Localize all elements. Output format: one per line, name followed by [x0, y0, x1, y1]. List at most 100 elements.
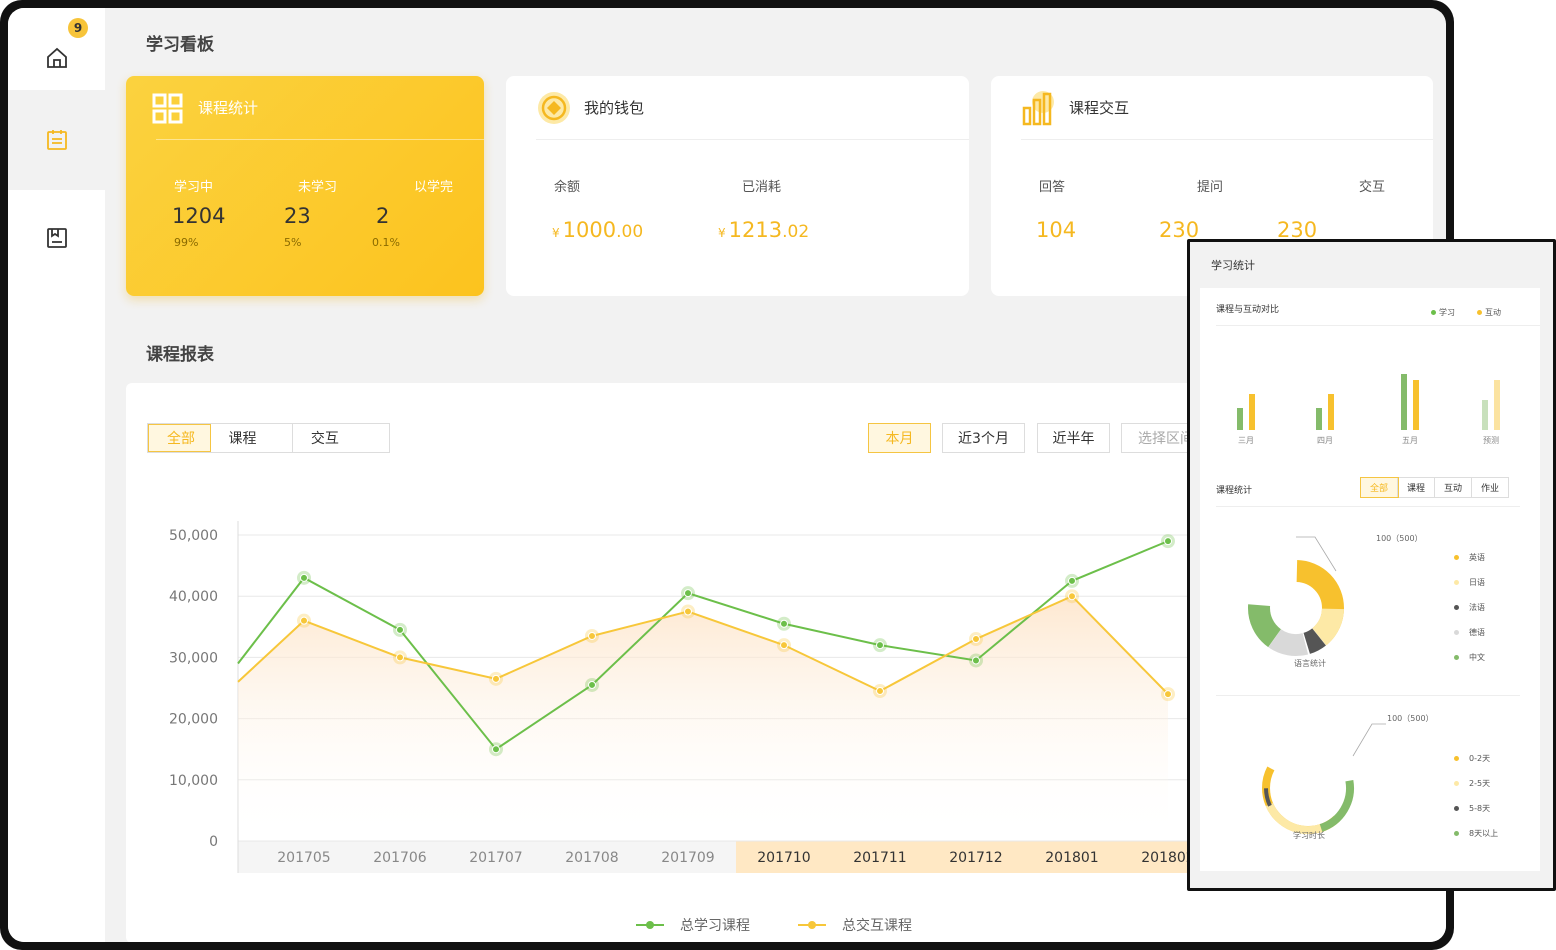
- donut1-caption: 语言统计: [1294, 659, 1326, 668]
- data-point-总学习课程: [1164, 537, 1172, 546]
- y-tick-label: 20,000: [169, 712, 218, 728]
- stat-percent-finished: 0.1%: [372, 236, 400, 249]
- bar-month-label: 预测: [1483, 435, 1499, 445]
- x-tick-label: 201709: [661, 850, 714, 866]
- course-stats-title: 课程统计: [198, 99, 259, 117]
- x-tick-label: 201705: [277, 850, 330, 866]
- legend-dot: [1454, 655, 1459, 660]
- stat-label-learning: 学习中: [174, 180, 214, 195]
- wallet-label-balance: 余额: [554, 180, 581, 195]
- donut2-value: 100（500）: [1387, 714, 1434, 723]
- bar-learn: [1482, 400, 1488, 430]
- bar-month-label: 三月: [1238, 436, 1254, 445]
- divider: [1216, 695, 1520, 696]
- donut1-value: 100（500）: [1376, 534, 1423, 543]
- y-tick-label: 40,000: [169, 589, 218, 605]
- legend-label: 总交互课程: [842, 917, 912, 934]
- donut1-legend-japanese: 日语: [1454, 577, 1485, 588]
- wallet-card[interactable]: 我的钱包 余额 已消耗 ¥1000.00 ¥1213.02: [506, 76, 969, 296]
- bar-interact: [1494, 380, 1500, 430]
- x-tick-label: 201707: [469, 850, 522, 866]
- series-area-总交互课程: [238, 596, 1168, 841]
- sidebar: 9: [8, 8, 105, 942]
- language-donut: [1248, 536, 1344, 656]
- bar-chart-title: 课程与互动对比: [1216, 305, 1280, 315]
- bar-learn: [1401, 374, 1407, 430]
- wallet-label-spent: 已消耗: [742, 180, 782, 195]
- bar-interact: [1413, 380, 1419, 430]
- notes-icon: [46, 130, 67, 150]
- coin-icon: [538, 91, 570, 124]
- legend-dot: [1454, 831, 1459, 836]
- wallet-balance: ¥1000.00: [552, 218, 644, 242]
- stat-percent-unlearned: 5%: [284, 236, 302, 249]
- sidebar-item-report[interactable]: [8, 188, 105, 288]
- data-point-总交互课程: [396, 653, 404, 662]
- bar-learn: [1237, 408, 1243, 430]
- data-point-总交互课程: [300, 616, 308, 625]
- legend-dot: [1454, 630, 1459, 635]
- x-tick-label: 201801: [1045, 850, 1098, 866]
- data-point-总交互课程: [1068, 592, 1076, 601]
- interaction-label-answer: 回答: [1039, 180, 1066, 195]
- data-point-总交互课程: [588, 631, 596, 640]
- stats-tab-homework[interactable]: 作业: [1472, 478, 1508, 497]
- wallet-head: 我的钱包: [536, 76, 969, 140]
- donut1-legend-chinese: 中文: [1454, 652, 1485, 663]
- stat-label-finished: 以学完: [414, 180, 454, 195]
- course-stats-head: 课程统计: [152, 76, 484, 140]
- bar-interact: [1328, 394, 1334, 430]
- data-point-总学习课程: [876, 641, 884, 650]
- mobile-stats-screen: 学习统计 课程与互动对比 学习 互动 三月 四月 五月 预测 课程统计 全部 课程 互…: [1190, 242, 1553, 888]
- legend-dot-green: [1431, 310, 1436, 315]
- y-tick-label: 50,000: [169, 528, 218, 544]
- donut2-legend-5-8: 5-8天: [1454, 803, 1490, 814]
- legend-dot: [1454, 605, 1459, 610]
- panel-title: 学习统计: [1211, 259, 1255, 272]
- wallet-spent: ¥1213.02: [718, 218, 810, 242]
- legend-dot: [1454, 580, 1459, 585]
- donut2-legend-0-2: 0-2天: [1454, 753, 1490, 764]
- interaction-label-question: 提问: [1197, 180, 1224, 195]
- home-icon: [46, 47, 67, 68]
- donut2-legend-8plus: 8天以上: [1454, 828, 1498, 839]
- course-stats-card[interactable]: 课程统计 学习中 未学习 以学完 1204 23 2 99% 5% 0.1%: [126, 76, 484, 296]
- divider: [1216, 325, 1540, 326]
- donut1-legend-english: 英语: [1454, 552, 1485, 563]
- stats-tab-all[interactable]: 全部: [1359, 477, 1400, 498]
- stats-tab-course[interactable]: 课程: [1398, 478, 1436, 497]
- legend-marker: [646, 921, 654, 929]
- legend-dot: [1454, 806, 1459, 811]
- compare-bar-chart: 三月 四月 五月 预测: [1237, 374, 1500, 445]
- legend-dot-yellow: [1477, 310, 1482, 315]
- stats-title: 课程统计: [1216, 486, 1253, 496]
- donut1-legend-french: 法语: [1454, 602, 1485, 613]
- y-tick-label: 10,000: [169, 773, 218, 789]
- data-point-总学习课程: [396, 625, 404, 634]
- sidebar-item-notes[interactable]: [8, 90, 105, 190]
- stats-tab-interact[interactable]: 互动: [1435, 478, 1473, 497]
- stats-tabs: 全部 课程 互动 作业: [1359, 477, 1510, 498]
- x-tick-label: 201708: [565, 850, 618, 866]
- x-tick-label: 201712: [949, 850, 1002, 866]
- y-tick-label: 0: [209, 834, 218, 850]
- donut2-caption: 学习时长: [1293, 831, 1325, 840]
- data-point-总交互课程: [492, 674, 500, 683]
- stat-percent-learning: 99%: [174, 236, 199, 249]
- notification-badge: 9: [68, 18, 88, 38]
- bar-month-label: 五月: [1402, 436, 1418, 445]
- bar-interact: [1249, 394, 1255, 430]
- grid-icon: [152, 93, 183, 123]
- data-point-总交互课程: [972, 635, 980, 644]
- bar-chart-icon: [1022, 90, 1054, 125]
- interaction-title: 课程交互: [1069, 99, 1130, 117]
- wallet-title: 我的钱包: [584, 99, 645, 117]
- legend-label: 总学习课程: [680, 918, 750, 934]
- panel-card: 课程与互动对比 学习 互动 三月 四月 五月 预测 课程统计 全部 课程 互动 作业: [1200, 288, 1540, 871]
- interaction-label-interact: 交互: [1359, 180, 1386, 195]
- legend-dot: [1454, 555, 1459, 560]
- legend-dot: [1454, 781, 1459, 786]
- data-point-总交互课程: [684, 607, 692, 616]
- bar-legend-interact: 互动: [1477, 307, 1501, 318]
- legend-marker: [808, 921, 816, 929]
